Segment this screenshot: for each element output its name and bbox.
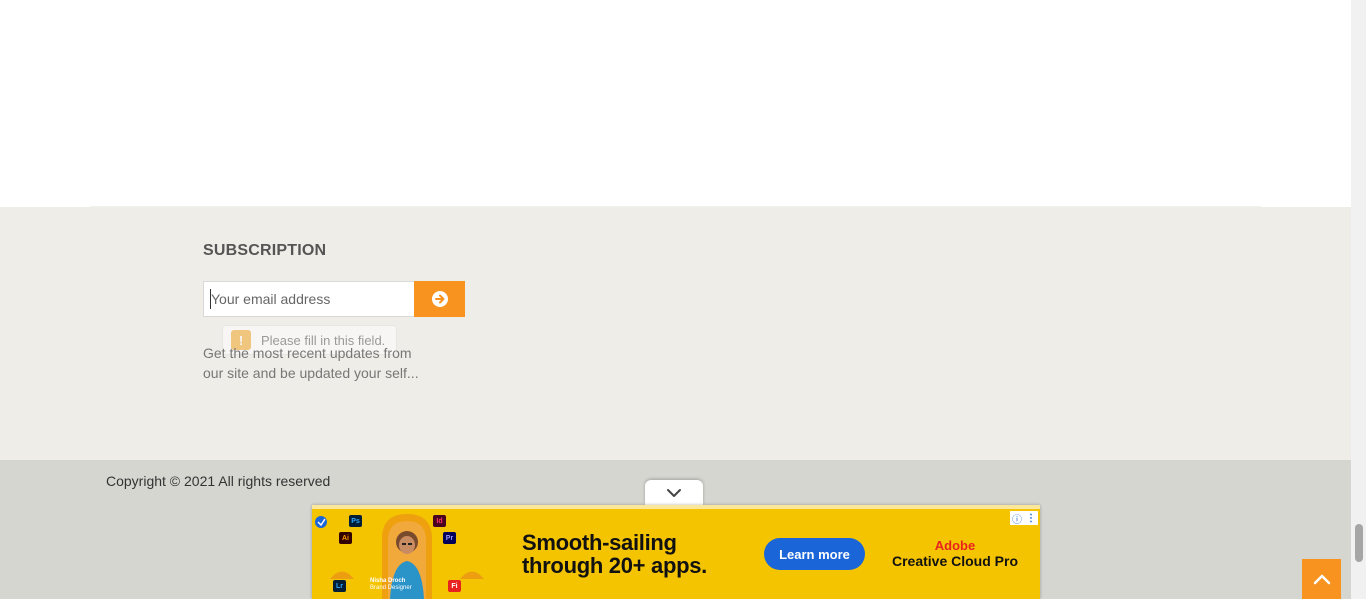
content-area [0,0,1351,207]
copyright-text: Copyright © 2021 All rights reserved [106,473,331,489]
app-chip-ps: Ps [349,515,362,527]
chevron-up-icon [1313,574,1330,585]
ad-collapse-toggle[interactable] [645,480,703,505]
app-chip-ai: Ai [339,532,352,544]
subscribe-button[interactable] [414,281,465,317]
arrow-circle-right-icon [431,291,448,307]
info-icon[interactable]: ⓘ [1012,511,1022,526]
ad-headline-line2: through 20+ apps. [522,553,707,578]
app-chip-id: Id [433,515,446,527]
subscription-title: SUBSCRIPTION [203,242,327,259]
scrollbar-thumb[interactable] [1355,524,1363,562]
kebab-menu-icon[interactable]: ⋮ [1026,513,1036,524]
ad-brand-name: Adobe [934,538,976,553]
ad-person-title: Brand Designer [370,585,412,591]
vertical-scrollbar[interactable] [1351,0,1366,599]
page: SUBSCRIPTION ! Please fill in this field… [0,0,1366,599]
ad-learn-more-button[interactable]: Learn more [764,538,865,570]
subscription-section: SUBSCRIPTION ! Please fill in this field… [0,207,1351,460]
ad-headline: Smooth-sailing through 20+ apps. [522,531,707,577]
app-chip-pr: Pr [443,532,456,544]
email-input[interactable] [203,281,415,317]
ad-brand: Adobe Creative Cloud Pro [890,538,1020,570]
ad-product-name: Creative Cloud Pro [891,553,1019,569]
back-to-top-button[interactable] [1302,559,1341,599]
ad-headline-line1: Smooth-sailing [522,530,677,555]
ad-banner[interactable]: Ps Id Ai Pr Lr Fi Nisha Droch Brand Desi… [312,505,1040,599]
ad-choices[interactable]: ⓘ ⋮ [1010,511,1038,526]
ad-person-name: Nisha Droch [370,578,406,584]
ad-person-caption: Nisha Droch Brand Designer [370,578,412,592]
text-caret [210,289,211,309]
chevron-down-icon [667,488,681,497]
subscription-description: Get the most recent updates from our sit… [203,345,419,381]
app-chip-fi: Fi [448,580,461,592]
app-chip-lr: Lr [333,580,346,592]
